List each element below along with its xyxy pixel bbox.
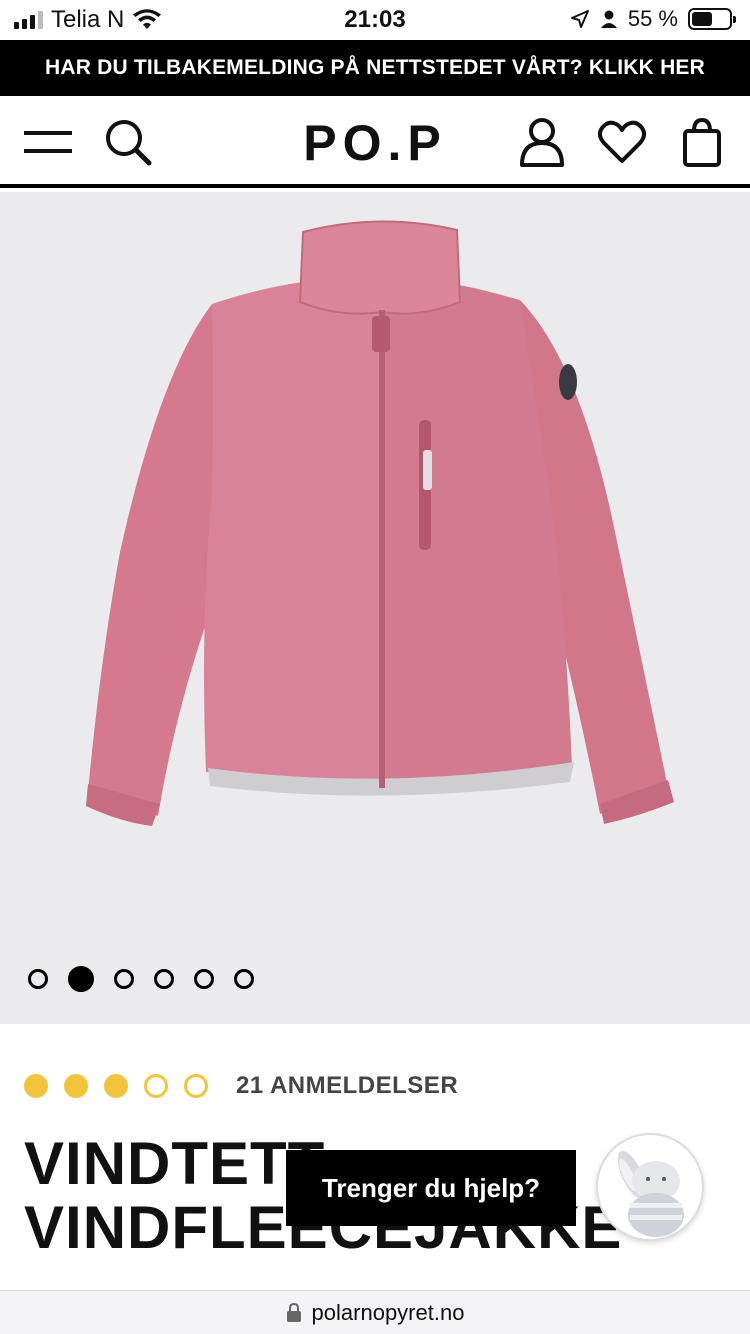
status-right: 55 %: [570, 6, 736, 32]
product-title-line-1: VINDTETT: [24, 1130, 326, 1197]
person-icon: [600, 10, 617, 28]
rating-dot-filled: [104, 1074, 128, 1098]
battery-level: [692, 12, 712, 26]
battery-icon: [688, 8, 736, 30]
gallery-dot-5[interactable]: [194, 969, 214, 989]
bunny-plush-icon: [617, 1151, 684, 1237]
feedback-banner[interactable]: HAR DU TILBAKEMELDING PÅ NETTSTEDET VÅRT…: [0, 40, 750, 96]
help-chat-avatar[interactable]: [596, 1133, 704, 1241]
help-chat-button[interactable]: Trenger du hjelp?: [286, 1150, 576, 1226]
gallery-dot-6[interactable]: [234, 969, 254, 989]
lock-icon: [286, 1302, 301, 1322]
site-header: PO.P: [0, 96, 750, 188]
battery-percentage: 55 %: [627, 6, 678, 31]
rating-dot-filled: [64, 1074, 88, 1098]
browser-url-bar[interactable]: polarnopyret.no: [0, 1290, 750, 1334]
gallery-pagination: [28, 966, 254, 992]
rating-dot-filled: [24, 1074, 48, 1098]
product-rating[interactable]: 21 ANMELDELSER: [24, 1072, 458, 1100]
rating-dot-empty: [184, 1074, 208, 1098]
gallery-dot-2[interactable]: [68, 966, 94, 992]
rating-dots: [24, 1074, 208, 1098]
feedback-banner-text[interactable]: HAR DU TILBAKEMELDING PÅ NETTSTEDET VÅRT…: [45, 56, 705, 80]
location-arrow-icon: [570, 10, 589, 28]
review-count-link[interactable]: 21 ANMELDELSER: [236, 1072, 458, 1100]
rating-dot-empty: [144, 1074, 168, 1098]
gallery-dot-3[interactable]: [114, 969, 134, 989]
product-image: [86, 220, 674, 826]
heart-icon[interactable]: [596, 116, 648, 168]
gallery-dot-4[interactable]: [154, 969, 174, 989]
account-icon[interactable]: [516, 116, 568, 168]
product-image-gallery[interactable]: [0, 192, 750, 1024]
help-chat-label[interactable]: Trenger du hjelp?: [322, 1173, 540, 1204]
status-bar: Telia N 21:03 55 %: [0, 0, 750, 40]
gallery-dot-1[interactable]: [28, 969, 48, 989]
url-domain[interactable]: polarnopyret.no: [312, 1300, 465, 1326]
bag-icon[interactable]: [676, 116, 728, 168]
